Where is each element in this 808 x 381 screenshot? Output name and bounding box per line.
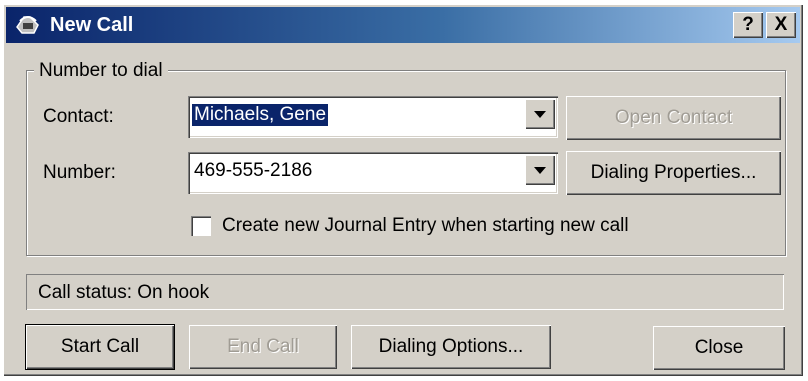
new-call-dialog: New Call ? X Number to dial Contact: Mic… <box>3 4 803 376</box>
open-contact-button[interactable]: Open Contact <box>566 96 781 140</box>
group-legend: Number to dial <box>34 61 168 81</box>
chevron-down-icon[interactable] <box>525 99 555 129</box>
window-title: New Call <box>50 14 134 36</box>
chevron-down-icon[interactable] <box>525 155 555 185</box>
call-status-text: Call status: On hook <box>38 282 210 303</box>
contact-value[interactable]: Michaels, Gene <box>192 104 329 126</box>
number-label: Number: <box>43 162 116 183</box>
contact-label: Contact: <box>43 106 114 127</box>
number-combobox[interactable]: 469-555-2186 <box>188 152 558 194</box>
call-status-bar: Call status: On hook <box>26 274 784 310</box>
end-call-button[interactable]: End Call <box>189 325 337 369</box>
start-call-button[interactable]: Start Call <box>26 325 174 369</box>
close-button[interactable]: Close <box>653 326 785 370</box>
journal-checkbox-label[interactable]: Create new Journal Entry when starting n… <box>222 215 629 237</box>
dialing-properties-button[interactable]: Dialing Properties... <box>566 151 781 195</box>
dialing-options-button[interactable]: Dialing Options... <box>351 325 551 369</box>
contact-combobox[interactable]: Michaels, Gene <box>188 96 558 138</box>
phone-icon <box>14 13 42 37</box>
question-icon[interactable]: ? <box>733 12 763 38</box>
journal-checkbox[interactable] <box>191 216 211 236</box>
number-value[interactable]: 469-555-2186 <box>194 160 312 182</box>
close-icon[interactable]: X <box>766 12 796 38</box>
title-bar[interactable]: New Call ? X <box>6 7 800 43</box>
